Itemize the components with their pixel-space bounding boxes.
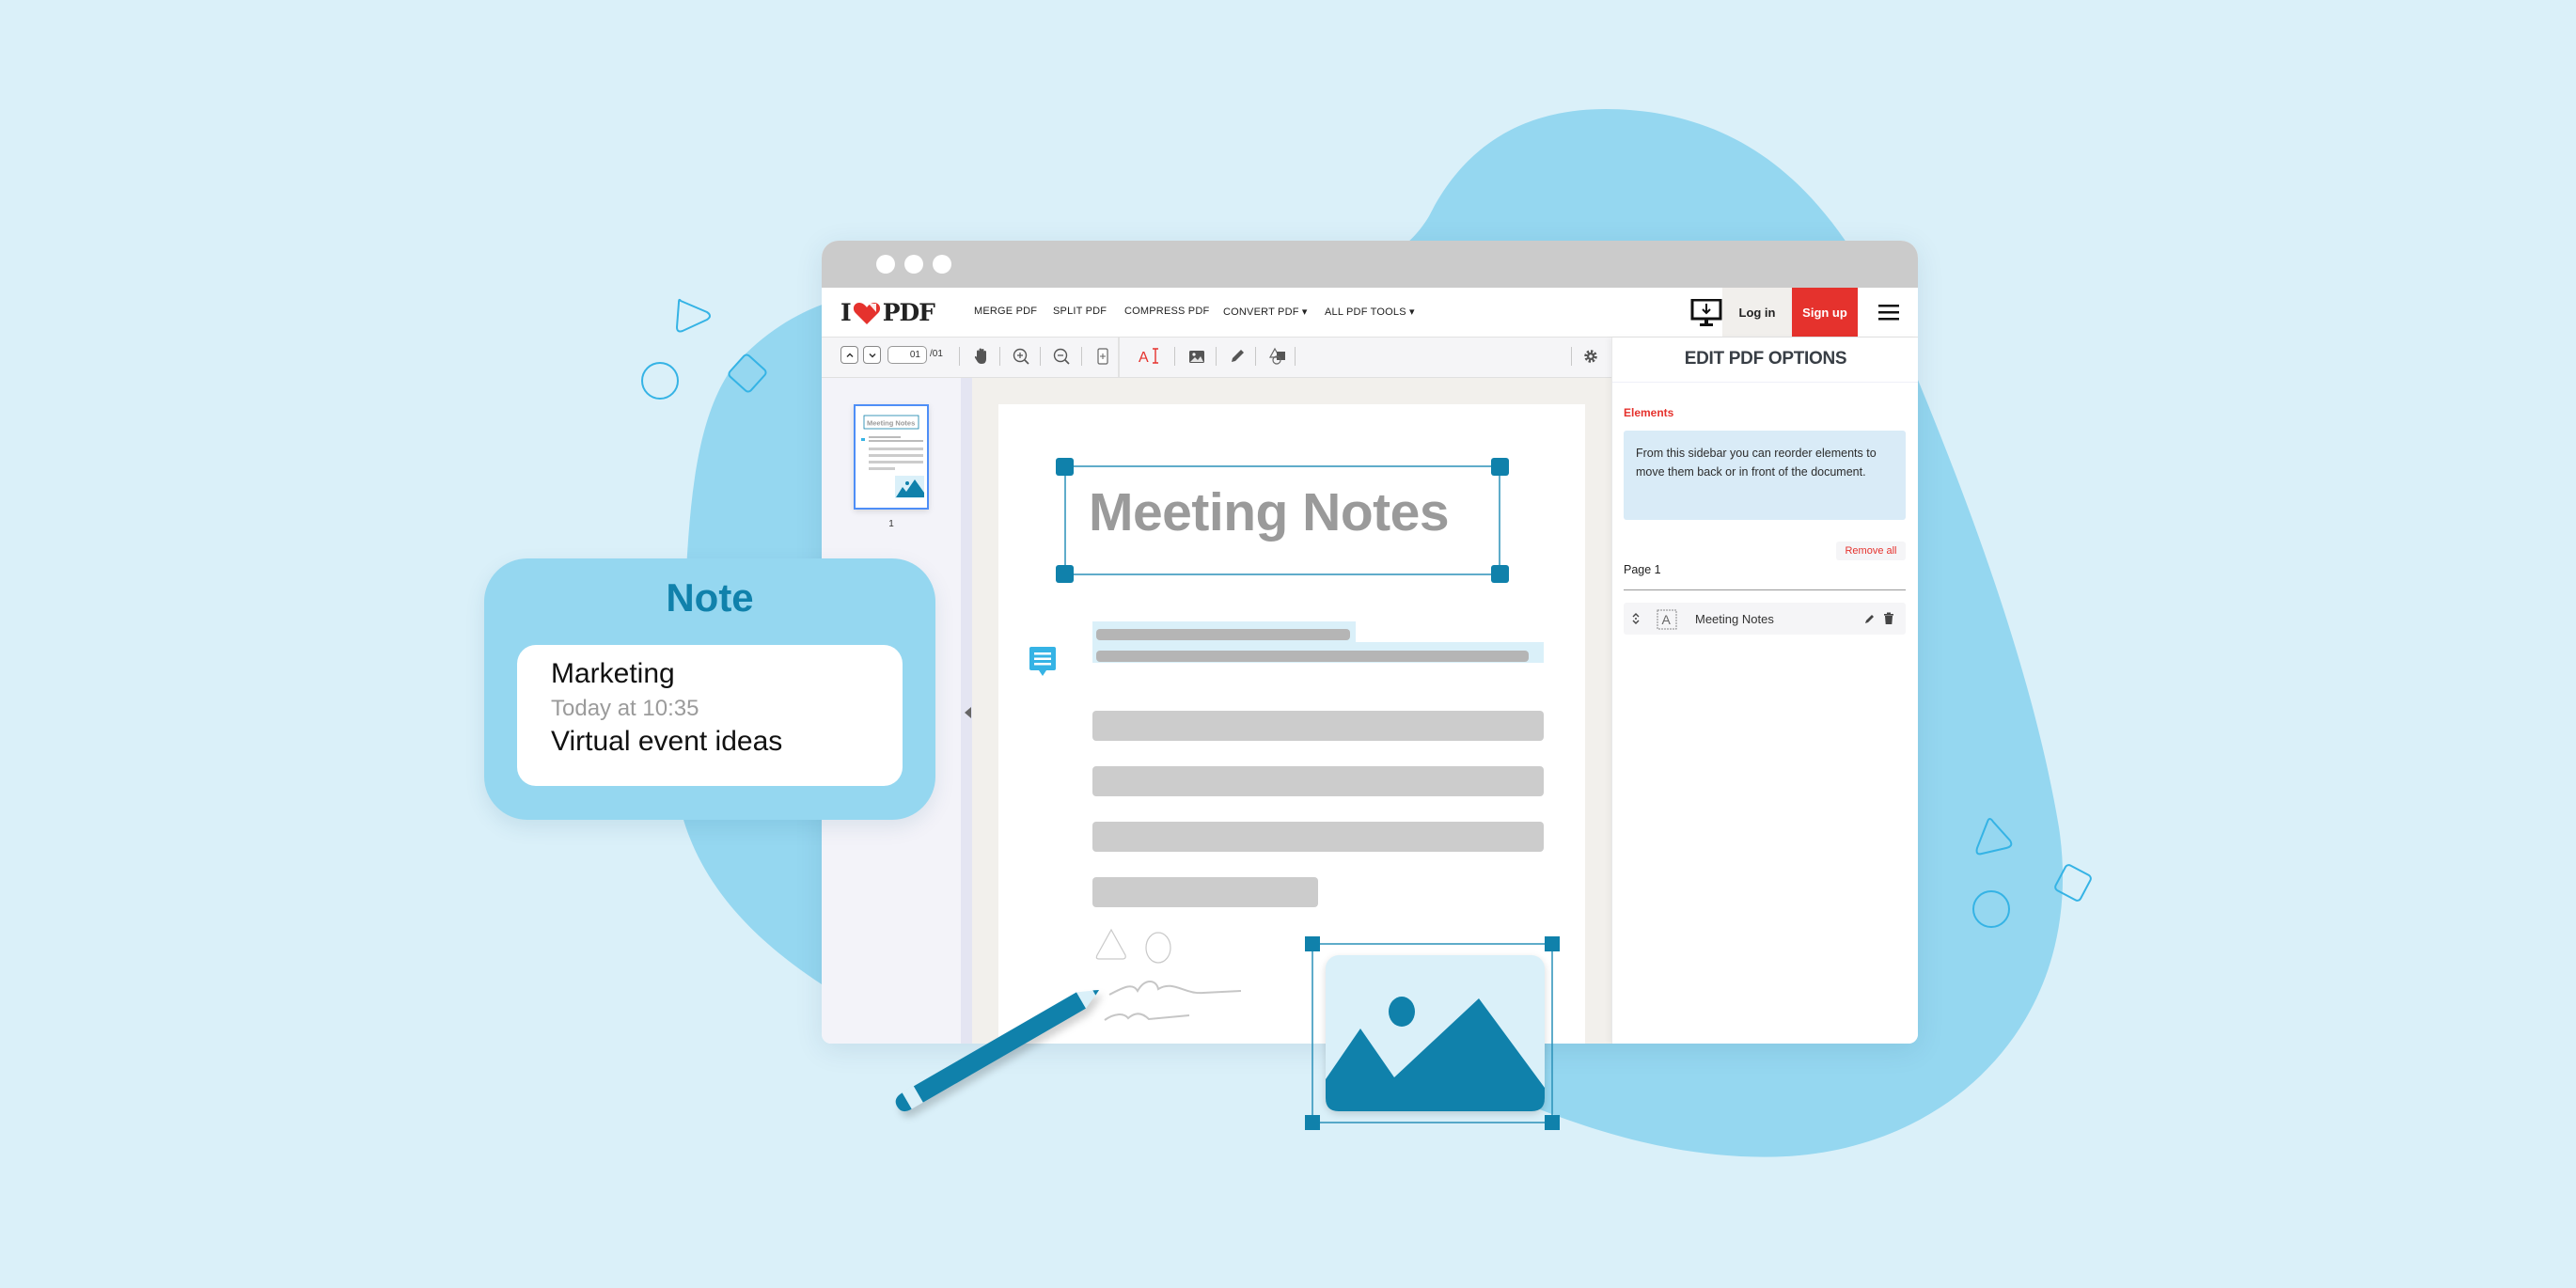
toolbar-divider bbox=[1216, 347, 1217, 366]
resize-handle[interactable] bbox=[1305, 936, 1320, 951]
toolbar-divider bbox=[959, 347, 960, 366]
note-card[interactable]: Note Marketing Today at 10:35 Virtual ev… bbox=[484, 558, 935, 820]
sidebar-divider bbox=[1612, 382, 1918, 383]
editor-toolbar: /01 A bbox=[822, 338, 1611, 378]
resize-handle[interactable] bbox=[1545, 936, 1560, 951]
note-timestamp: Today at 10:35 bbox=[551, 696, 699, 721]
thumbnail-page-number: 1 bbox=[888, 519, 894, 529]
note-title: Note bbox=[666, 575, 754, 620]
next-page-button[interactable] bbox=[863, 346, 881, 364]
pencil-icon[interactable] bbox=[1864, 613, 1876, 624]
document-title-text[interactable]: Meeting Notes bbox=[1089, 481, 1450, 543]
svg-text:A: A bbox=[1139, 350, 1149, 366]
triangle-outline-icon bbox=[1975, 818, 2013, 856]
toolbar-divider bbox=[1040, 347, 1041, 366]
square-outline-icon bbox=[2054, 864, 2092, 902]
sidebar-title: EDIT PDF OPTIONS bbox=[1684, 349, 1847, 369]
hamburger-menu-icon[interactable] bbox=[1878, 303, 1899, 322]
resize-handle[interactable] bbox=[1305, 1115, 1320, 1130]
collapse-panel-icon[interactable] bbox=[965, 707, 971, 718]
toolbar-divider bbox=[1571, 347, 1572, 366]
toolbar-divider bbox=[1295, 347, 1296, 366]
toolbar-divider bbox=[1174, 347, 1175, 366]
nav-compress-pdf[interactable]: COMPRESS PDF bbox=[1124, 306, 1209, 317]
element-label: Meeting Notes bbox=[1695, 612, 1774, 626]
circle-outline-icon bbox=[641, 362, 679, 400]
note-text: Virtual event ideas bbox=[551, 726, 783, 757]
thumbnail-title: Meeting Notes bbox=[867, 419, 915, 428]
text-line bbox=[1092, 822, 1544, 852]
logo-suffix: PDF bbox=[882, 299, 935, 326]
toolbar-group-divider bbox=[1118, 338, 1120, 377]
zoom-out-icon[interactable] bbox=[1051, 346, 1072, 367]
text-line bbox=[1096, 651, 1529, 662]
desktop-download-icon[interactable] bbox=[1690, 299, 1722, 327]
draw-icon[interactable] bbox=[1227, 346, 1248, 367]
text-element-icon: A bbox=[1657, 609, 1677, 630]
triangle-outline-icon bbox=[675, 298, 711, 333]
trash-icon[interactable] bbox=[1883, 612, 1894, 625]
note-category: Marketing bbox=[551, 658, 675, 689]
nav-convert-pdf[interactable]: CONVERT PDF ▾ bbox=[1223, 306, 1308, 318]
info-box: From this sidebar you can reorder elemen… bbox=[1624, 431, 1906, 520]
page-number-input[interactable] bbox=[887, 346, 927, 364]
square-outline-icon bbox=[728, 353, 767, 393]
image-placeholder-icon[interactable] bbox=[1326, 955, 1545, 1111]
edit-options-sidebar: EDIT PDF OPTIONS Elements From this side… bbox=[1611, 338, 1918, 1044]
toolbar-divider bbox=[999, 347, 1000, 366]
window-titlebar bbox=[822, 241, 1918, 288]
ilovepdf-logo[interactable]: I PDF bbox=[840, 299, 935, 326]
remove-all-button[interactable]: Remove all bbox=[1836, 542, 1906, 560]
heart-icon bbox=[853, 302, 880, 324]
svg-text:A: A bbox=[1662, 612, 1672, 627]
text-line bbox=[1092, 877, 1318, 907]
chevron-down-icon bbox=[868, 353, 876, 358]
chevron-up-icon bbox=[845, 352, 854, 357]
top-navbar: I PDF MERGE PDF SPLIT PDF COMPRESS PDF C… bbox=[822, 288, 1918, 338]
decorative-shapes-left bbox=[641, 298, 767, 400]
nav-split-pdf[interactable]: SPLIT PDF bbox=[1053, 306, 1107, 317]
prev-page-button[interactable] bbox=[840, 346, 858, 364]
page-thumbnail-1[interactable]: Meeting Notes bbox=[854, 404, 929, 510]
element-list-item[interactable]: A Meeting Notes bbox=[1624, 603, 1906, 635]
thumbnail-preview: Meeting Notes bbox=[861, 415, 924, 498]
drag-handle-icon[interactable] bbox=[1631, 611, 1641, 626]
note-content: Marketing Today at 10:35 Virtual event i… bbox=[517, 645, 903, 786]
resize-handle[interactable] bbox=[1491, 458, 1509, 476]
hand-icon[interactable] bbox=[971, 346, 992, 367]
window-dot-maximize[interactable] bbox=[933, 255, 951, 274]
add-text-icon[interactable]: A bbox=[1138, 346, 1162, 367]
add-image-icon[interactable] bbox=[1186, 346, 1207, 367]
resize-handle[interactable] bbox=[1056, 565, 1074, 583]
toolbar-divider bbox=[1255, 347, 1256, 366]
elements-section-label: Elements bbox=[1624, 406, 1674, 419]
signup-button[interactable]: Sign up bbox=[1792, 288, 1858, 337]
nav-all-pdf-tools[interactable]: ALL PDF TOOLS ▾ bbox=[1325, 306, 1415, 318]
window-dot-minimize[interactable] bbox=[904, 255, 923, 274]
toolbar-divider bbox=[1081, 347, 1082, 366]
page-group-label: Page 1 bbox=[1624, 563, 1661, 576]
nav-merge-pdf[interactable]: MERGE PDF bbox=[974, 306, 1037, 317]
logo-prefix: I bbox=[840, 299, 852, 326]
gear-icon[interactable] bbox=[1580, 346, 1601, 367]
page-total: /01 bbox=[930, 349, 943, 359]
resize-handle[interactable] bbox=[1056, 458, 1074, 476]
zoom-in-icon[interactable] bbox=[1011, 346, 1031, 367]
text-line bbox=[1092, 766, 1544, 796]
page-group-divider bbox=[1624, 589, 1906, 590]
resize-handle[interactable] bbox=[1545, 1115, 1560, 1130]
decorative-shapes-right bbox=[1972, 818, 2092, 928]
text-line bbox=[1096, 629, 1350, 640]
shapes-icon[interactable] bbox=[1267, 346, 1288, 367]
window-dot-close[interactable] bbox=[876, 255, 895, 274]
login-button[interactable]: Log in bbox=[1722, 288, 1792, 337]
text-line bbox=[1092, 711, 1544, 741]
resize-handle[interactable] bbox=[1491, 565, 1509, 583]
browser-window: I PDF MERGE PDF SPLIT PDF COMPRESS PDF C… bbox=[822, 241, 1918, 1044]
circle-outline-icon bbox=[1972, 890, 2010, 928]
fit-page-icon[interactable] bbox=[1092, 346, 1113, 367]
